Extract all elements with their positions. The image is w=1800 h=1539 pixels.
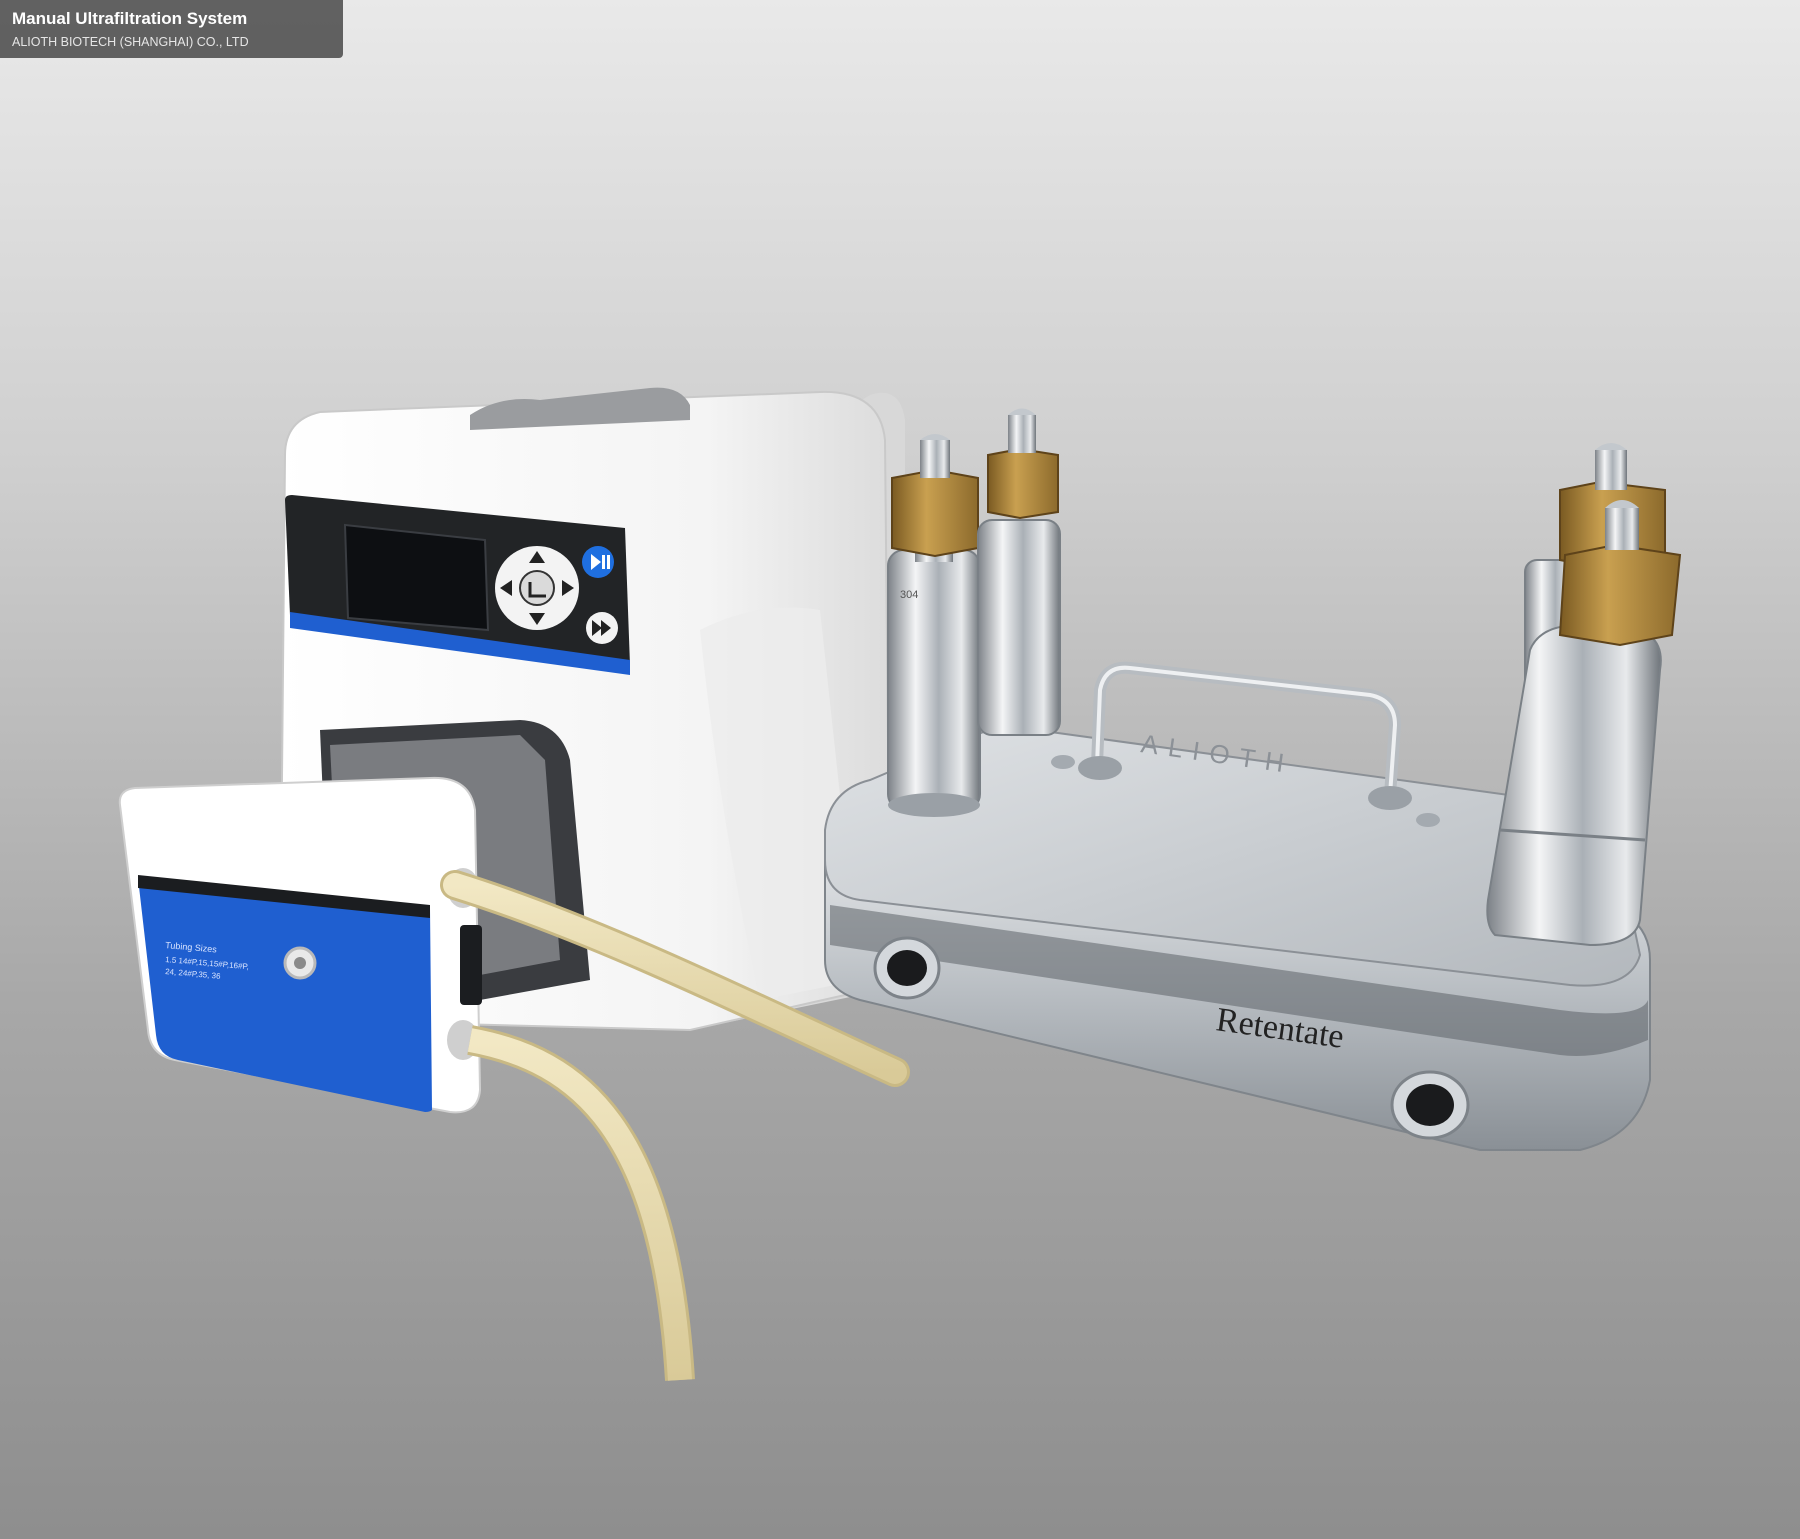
pump-head-latch (460, 925, 482, 1005)
tubing-inlet (467, 1028, 692, 1381)
material-mark: 304 (900, 589, 918, 601)
ultrafiltration-cassette-holder: ALIOTH Retentate 304 (824, 408, 1682, 1151)
plate-bolt (1051, 755, 1075, 769)
product-photo: Tubing Sizes 1.5 14#P,15,15#P,16#P, 24, … (118, 387, 1682, 1381)
brass-nut-front-left (891, 468, 979, 558)
enter-button[interactable] (519, 570, 555, 606)
tie-rod-front-right (1486, 623, 1662, 947)
brass-nut-rear-left (987, 447, 1059, 520)
lcd-display (343, 523, 490, 632)
brass-nut-front-right (1558, 543, 1682, 647)
plate-bolt (1416, 813, 1440, 827)
tie-rod-rear-left (977, 519, 1061, 736)
pump-head: Tubing Sizes 1.5 14#P,15,15#P,16#P, 24, … (118, 776, 482, 1114)
